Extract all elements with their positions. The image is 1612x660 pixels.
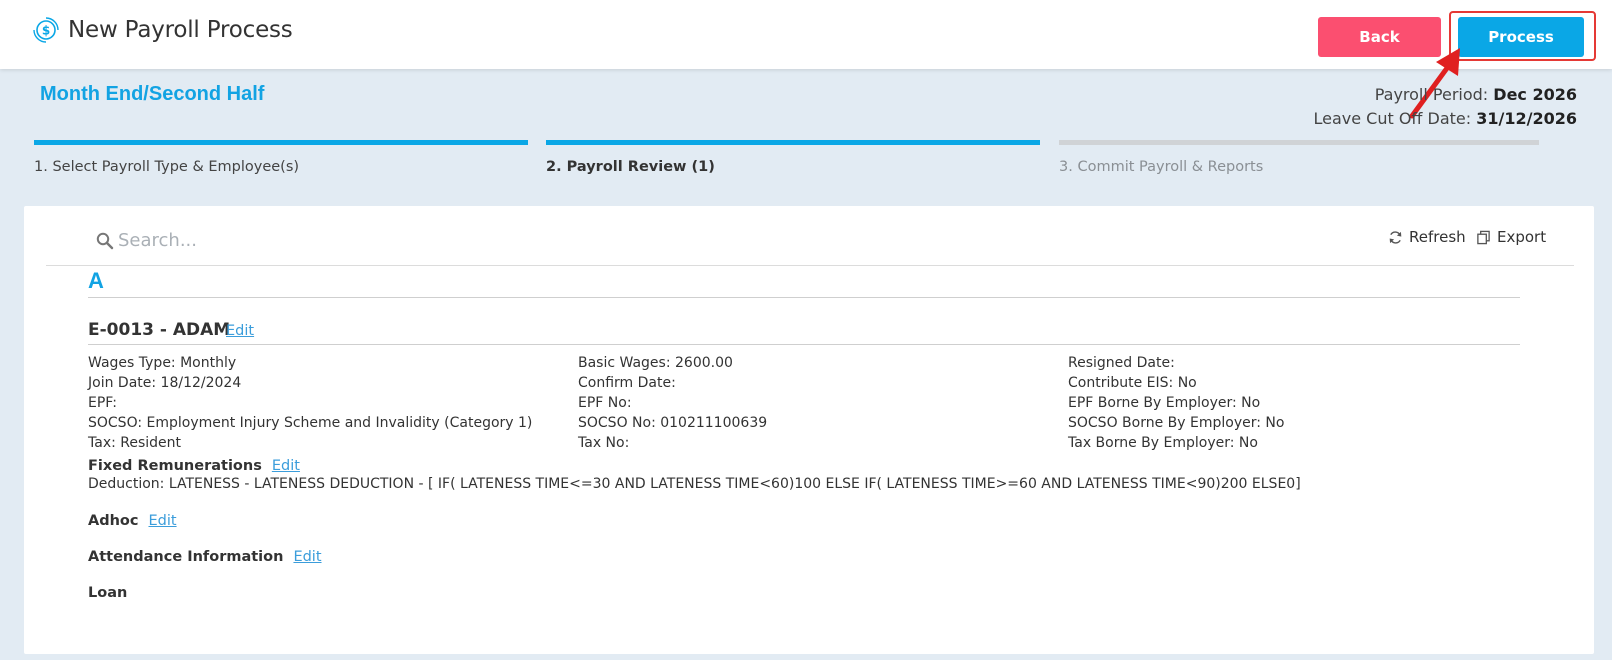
detail-tax: Tax: Resident [88,435,182,451]
payroll-cycle-icon: $ [33,17,59,43]
section-title: Fixed Remunerations [88,458,262,474]
edit-attendance-link[interactable]: Edit [293,549,321,565]
detail-socso-no: SOCSO No: 010211100639 [578,415,768,431]
payroll-period-label: Payroll Period: [1374,85,1489,104]
step-commit-payroll[interactable]: 3. Commit Payroll & Reports [1059,140,1539,175]
fixed-remunerations-section: Fixed Remunerations Edit Deduction: LATEN… [88,458,1301,492]
details-column-1: Wages Type: Monthly Join Date: 18/12/202… [88,353,532,453]
search-icon [96,232,114,250]
refresh-label: Refresh [1409,228,1466,246]
edit-adhoc-link[interactable]: Edit [148,513,176,529]
step-progress-bar [1059,140,1539,145]
attendance-section: Attendance Information Edit [88,549,322,565]
step-label: 1. Select Payroll Type & Employee(s) [34,159,300,175]
export-button[interactable]: Export [1476,228,1546,246]
detail-epf-no: EPF No: [578,395,632,411]
loan-section: Loan [88,585,127,601]
detail-basic-wages: Basic Wages: 2600.00 [578,355,733,371]
adhoc-section: Adhoc Edit [88,513,177,529]
refresh-button[interactable]: Refresh [1388,228,1466,246]
export-label: Export [1497,228,1547,246]
detail-wages-type: Wages Type: Monthly [88,355,237,371]
step-select-employee[interactable]: 1. Select Payroll Type & Employee(s) [34,140,528,175]
step-label: 2. Payroll Review (1) [546,159,715,175]
page-header: $ New Payroll Process Back Process [0,0,1612,69]
detail-epf: EPF: [88,395,117,411]
search-toolbar: Refresh Export [46,206,1574,266]
step-progress-bar [546,140,1040,145]
refresh-icon [1389,230,1402,244]
details-column-3: Resigned Date: Contribute EIS: No EPF Bo… [1068,353,1284,453]
step-progress-bar [34,140,528,145]
leave-cutoff-value: 31/12/2026 [1476,109,1577,128]
detail-tax-no: Tax No: [578,435,630,451]
leave-cutoff-label: Leave Cut Off Date: [1313,109,1472,128]
svg-text:$: $ [42,24,50,38]
step-payroll-review[interactable]: 2. Payroll Review (1) [546,140,1040,175]
payroll-type-title: Month End/Second Half [40,83,265,105]
step-label: 3. Commit Payroll & Reports [1059,159,1264,175]
review-card: Refresh Export A E-0013 - ADAM Edit Wage… [24,206,1594,654]
detail-confirm-date: Confirm Date: [578,375,676,391]
detail-socso-borne: SOCSO Borne By Employer: No [1068,415,1285,431]
deduction-line: Deduction: LATENESS - LATENESS DEDUCTION… [88,476,1301,492]
page-title: New Payroll Process [68,17,293,43]
edit-employee-link[interactable]: Edit [226,323,254,339]
divider [88,297,1520,298]
detail-tax-borne: Tax Borne By Employer: No [1068,435,1258,451]
payroll-period-value: Dec 2026 [1493,85,1577,104]
detail-resigned-date: Resigned Date: [1068,355,1175,371]
copy-export-icon [1477,230,1490,244]
divider [88,344,1520,345]
detail-epf-borne: EPF Borne By Employer: No [1068,395,1261,411]
detail-socso: SOCSO: Employment Injury Scheme and Inva… [88,415,533,431]
detail-join-date: Join Date: 18/12/2024 [88,375,242,391]
section-title: Adhoc [88,513,139,529]
payroll-period-info: Payroll Period: Dec 2026 Leave Cut Off D… [1313,83,1577,131]
section-title: Loan [88,585,128,601]
detail-contribute-eis: Contribute EIS: No [1068,375,1197,391]
section-title: Attendance Information [88,549,284,565]
edit-fixed-remunerations-link[interactable]: Edit [272,458,300,474]
details-column-2: Basic Wages: 2600.00 Confirm Date: EPF N… [578,353,767,453]
group-letter-heading: A [88,268,104,293]
search-input[interactable] [118,224,518,256]
process-steps: 1. Select Payroll Type & Employee(s) 2. … [34,140,1582,180]
employee-name: E-0013 - ADAM [88,320,231,340]
